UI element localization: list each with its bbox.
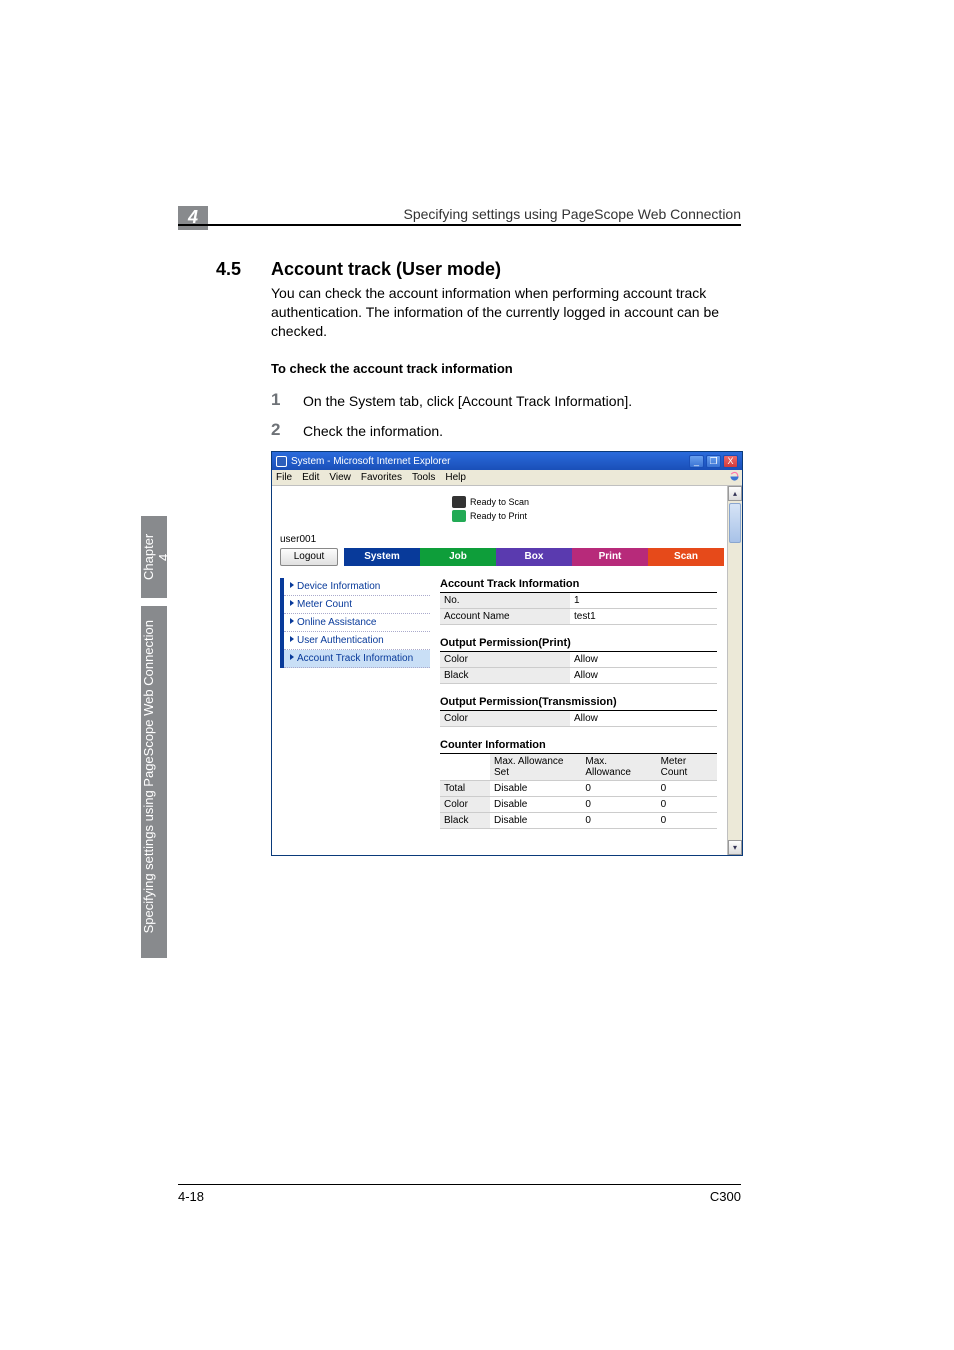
account-name-value: test1 — [570, 609, 717, 624]
step-1-text: On the System tab, click [Account Track … — [303, 393, 632, 409]
menu-help[interactable]: Help — [445, 472, 466, 483]
counter-row-black-meter: 0 — [657, 813, 717, 829]
section-paragraph: You can check the account information wh… — [271, 284, 741, 341]
op-print-black-label: Black — [440, 668, 570, 683]
menu-tools[interactable]: Tools — [412, 472, 435, 483]
ie-icon — [276, 456, 287, 467]
counter-row-black-label: Black — [440, 813, 490, 829]
sidebar-item-account-track-information[interactable]: Account Track Information — [284, 650, 430, 668]
output-permission-print-title: Output Permission(Print) — [440, 637, 717, 652]
sidebar-item-meter-count[interactable]: Meter Count — [284, 596, 430, 614]
section-subtitle: To check the account track information — [271, 361, 513, 376]
account-name-label: Account Name — [440, 609, 570, 624]
sidebar-item-online-assistance[interactable]: Online Assistance — [284, 614, 430, 632]
window-titlebar[interactable]: System - Microsoft Internet Explorer _ ❐… — [272, 452, 742, 470]
op-trans-color-label: Color — [440, 711, 570, 726]
table-row: Black Disable 0 0 — [440, 813, 717, 829]
footer-rule — [178, 1184, 741, 1185]
counter-information-title: Counter Information — [440, 739, 717, 754]
counter-table: Max. Allowance Set Max. Allowance Meter … — [440, 754, 717, 829]
printer-icon — [452, 510, 466, 522]
window-title: System - Microsoft Internet Explorer — [291, 456, 451, 467]
no-label: No. — [440, 593, 570, 608]
close-button[interactable]: X — [723, 455, 738, 468]
footer-model: C300 — [710, 1189, 741, 1204]
menu-file[interactable]: File — [276, 472, 292, 483]
counter-row-black-allow: 0 — [581, 813, 656, 829]
scroll-thumb[interactable] — [729, 503, 741, 543]
scanner-icon — [452, 496, 466, 508]
menu-favorites[interactable]: Favorites — [361, 472, 402, 483]
chapter-badge: 4 — [178, 206, 208, 230]
sidebar-item-device-information[interactable]: Device Information — [284, 578, 430, 596]
minimize-button[interactable]: _ — [689, 455, 704, 468]
section-title: Account track (User mode) — [271, 259, 501, 280]
vertical-scrollbar[interactable]: ▴ ▾ — [727, 486, 742, 855]
op-print-black-value: Allow — [570, 668, 717, 683]
op-trans-color-value: Allow — [570, 711, 717, 726]
side-tab-chapter: Chapter 4 — [141, 516, 167, 598]
step-1-number: 1 — [271, 390, 280, 410]
tab-print[interactable]: Print — [572, 548, 648, 566]
logout-button[interactable]: Logout — [280, 548, 338, 566]
status-print: Ready to Print — [470, 511, 527, 521]
tab-system[interactable]: System — [344, 548, 420, 566]
browser-content: Ready to Scan Ready to Print user001 Log… — [272, 486, 727, 855]
counter-row-total-set: Disable — [490, 781, 581, 797]
menu-edit[interactable]: Edit — [302, 472, 319, 483]
tab-scan[interactable]: Scan — [648, 548, 724, 566]
main-panel: Account Track Information No.1 Account N… — [440, 578, 717, 829]
ie-logo-icon — [728, 470, 741, 483]
sidebar-item-label: Account Track Information — [297, 653, 413, 664]
sidebar-item-user-authentication[interactable]: User Authentication — [284, 632, 430, 650]
side-tab-context-label: Specifying settings using PageScope Web … — [141, 606, 167, 947]
table-row: Total Disable 0 0 — [440, 781, 717, 797]
counter-row-color-meter: 0 — [657, 797, 717, 813]
scroll-track[interactable] — [728, 501, 742, 840]
counter-row-total-meter: 0 — [657, 781, 717, 797]
sidebar-item-label: Device Information — [297, 581, 380, 592]
counter-header-max-allow: Max. Allowance — [581, 754, 656, 781]
tab-box[interactable]: Box — [496, 548, 572, 566]
counter-header-meter: Meter Count — [657, 754, 717, 781]
sidebar-item-label: Meter Count — [297, 599, 352, 610]
screenshot-window: System - Microsoft Internet Explorer _ ❐… — [271, 451, 743, 856]
counter-row-color-set: Disable — [490, 797, 581, 813]
scroll-up-arrow[interactable]: ▴ — [728, 486, 742, 501]
footer-page-number: 4-18 — [178, 1189, 204, 1204]
counter-row-color-allow: 0 — [581, 797, 656, 813]
status-scan: Ready to Scan — [470, 497, 529, 507]
scroll-down-arrow[interactable]: ▾ — [728, 840, 742, 855]
tab-job[interactable]: Job — [420, 548, 496, 566]
output-permission-transmission-title: Output Permission(Transmission) — [440, 696, 717, 711]
logged-in-user: user001 — [280, 534, 316, 545]
sidebar-item-label: User Authentication — [297, 635, 384, 646]
step-2-text: Check the information. — [303, 423, 443, 439]
op-print-color-label: Color — [440, 652, 570, 667]
counter-row-total-allow: 0 — [581, 781, 656, 797]
counter-row-color-label: Color — [440, 797, 490, 813]
counter-row-total-label: Total — [440, 781, 490, 797]
panel-title: Account Track Information — [440, 578, 717, 593]
table-row: Color Disable 0 0 — [440, 797, 717, 813]
sidebar-item-label: Online Assistance — [297, 617, 377, 628]
no-value: 1 — [570, 593, 717, 608]
side-tab-context: Specifying settings using PageScope Web … — [141, 606, 167, 958]
step-2-number: 2 — [271, 420, 280, 440]
counter-header-max-set: Max. Allowance Set — [490, 754, 581, 781]
menu-view[interactable]: View — [329, 472, 351, 483]
header-rule — [178, 224, 741, 226]
header-context: Specifying settings using PageScope Web … — [403, 206, 741, 222]
counter-header-blank — [440, 754, 490, 781]
browser-menubar[interactable]: File Edit View Favorites Tools Help — [272, 470, 742, 486]
section-number: 4.5 — [216, 259, 241, 280]
sidebar: Device Information Meter Count Online As… — [280, 578, 430, 668]
side-tab-chapter-label: Chapter 4 — [141, 516, 167, 598]
op-print-color-value: Allow — [570, 652, 717, 667]
maximize-button[interactable]: ❐ — [706, 455, 721, 468]
counter-row-black-set: Disable — [490, 813, 581, 829]
